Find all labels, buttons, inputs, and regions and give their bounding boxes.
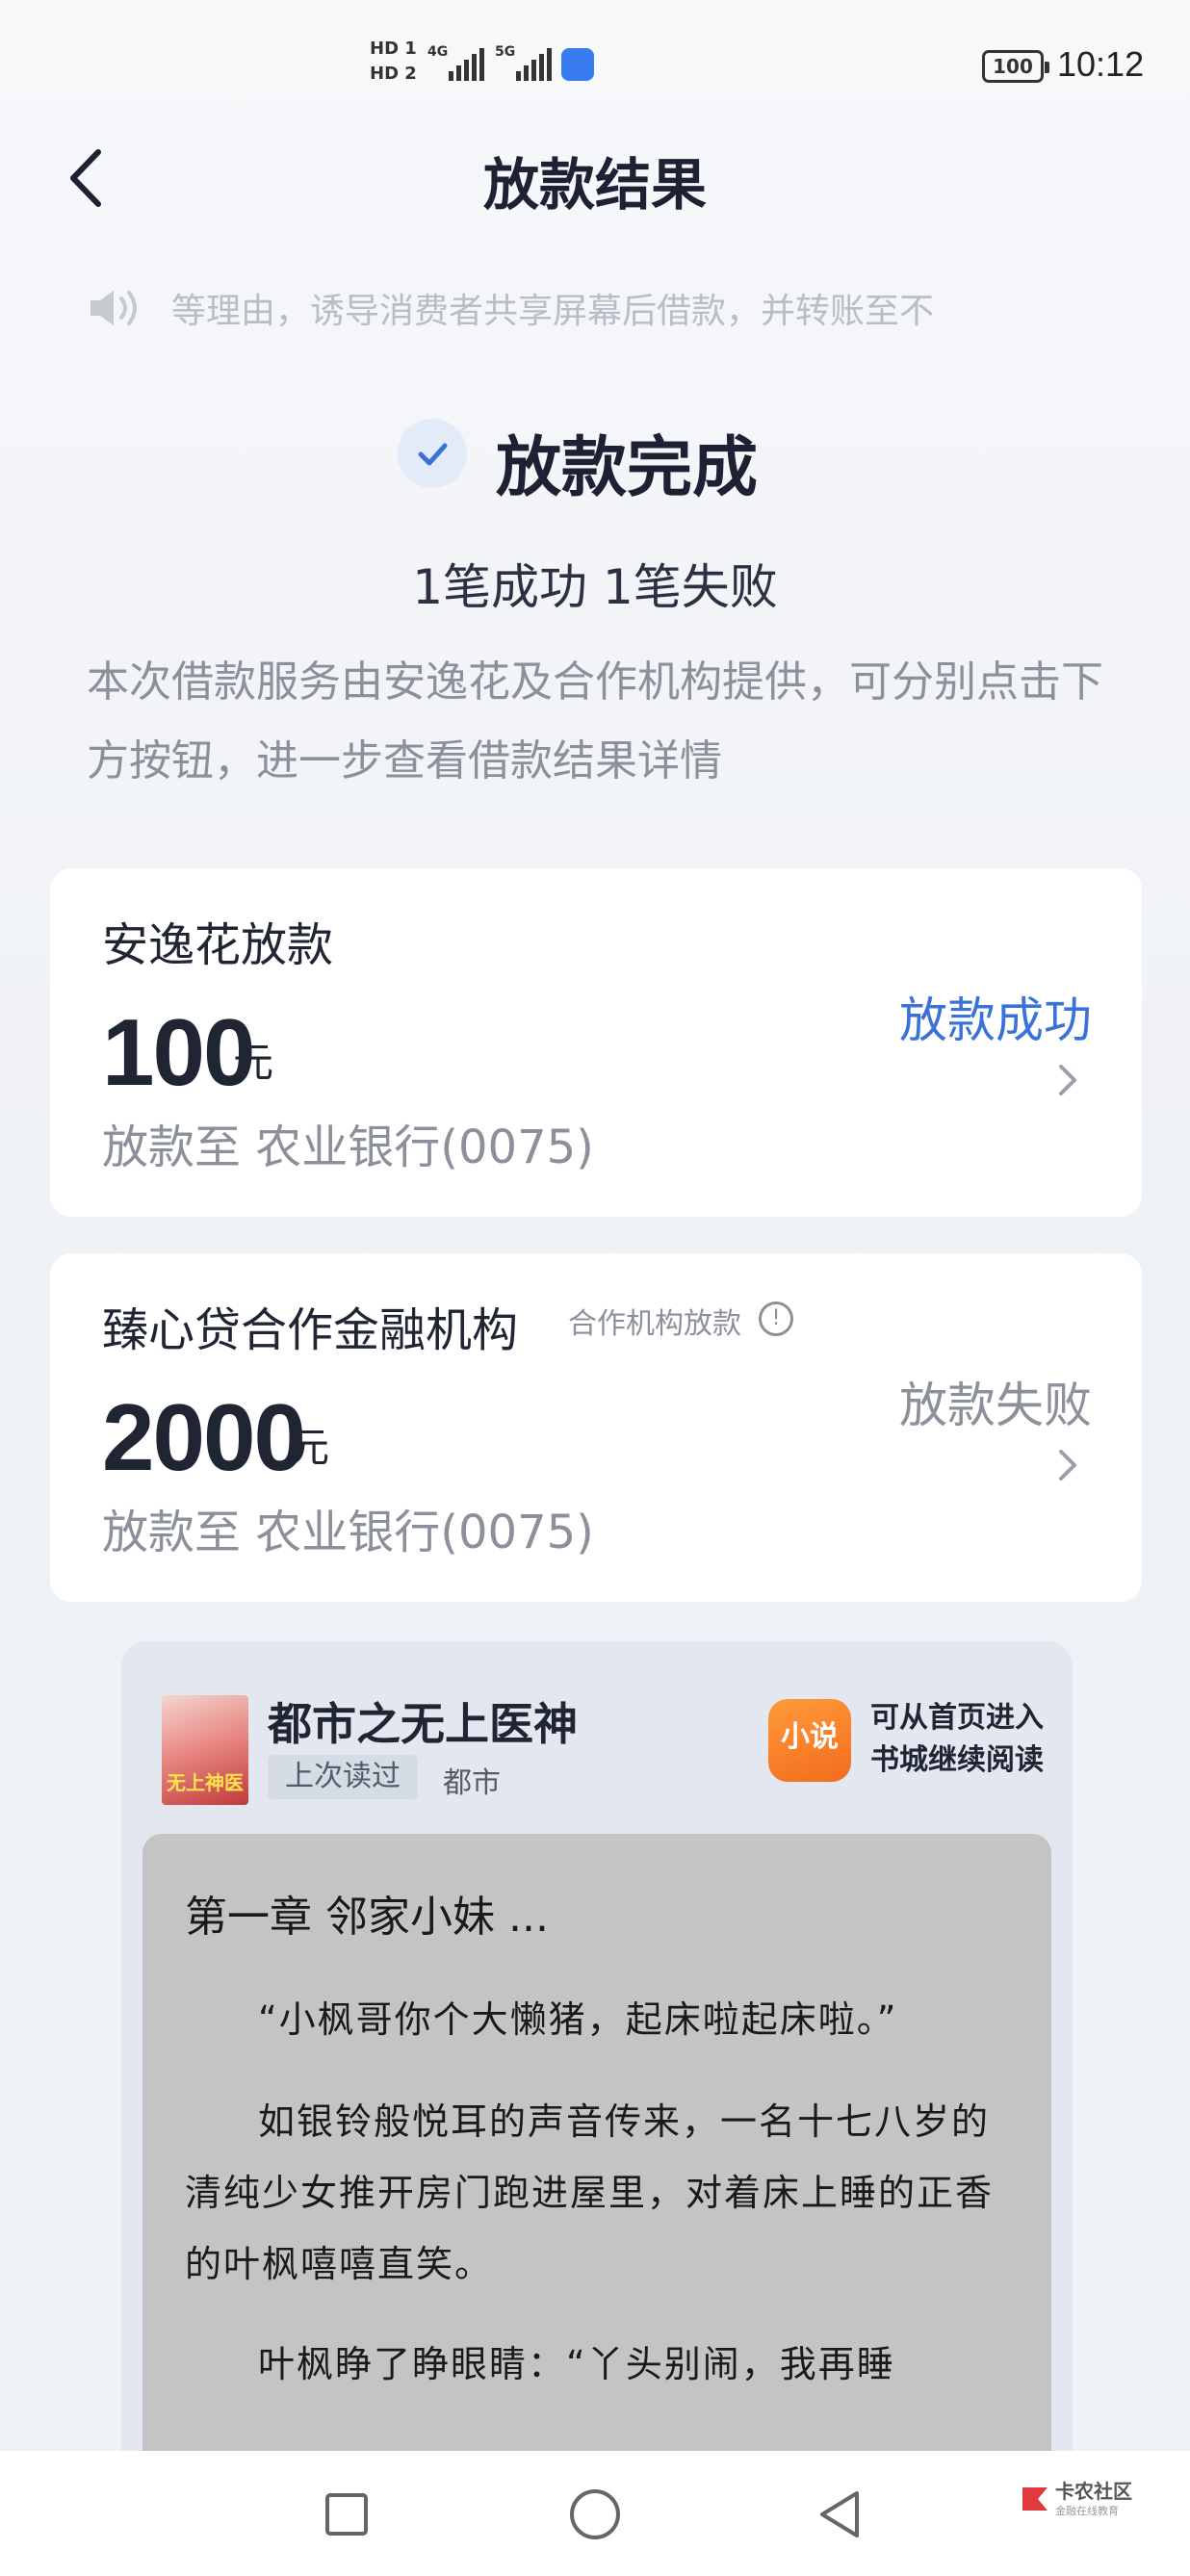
- chevron-right-icon: [1059, 1450, 1076, 1481]
- paragraph: 如银铃般悦耳的声音传来，一名十七八岁的清纯少女推开房门跑进屋里，对着床上睡的正香…: [185, 2100, 995, 2285]
- info-icon[interactable]: !: [759, 1301, 793, 1336]
- loan-card-anyihua[interactable]: 安逸花放款 100 元 放款至 农业银行(0075) 放款成功: [50, 868, 1142, 1217]
- loan-destination: 放款至 农业银行(0075): [102, 1121, 594, 1174]
- status-bar: HD 1 HD 2 4G 5G 100 10:12: [0, 0, 1190, 125]
- result-summary: 1笔成功 1笔失败: [412, 559, 778, 615]
- page-title: 放款结果: [482, 152, 707, 218]
- back-icon[interactable]: [813, 2486, 870, 2543]
- cover-title: 无上神医: [167, 1771, 244, 1794]
- signal-5g-icon: 5G: [495, 44, 552, 81]
- paragraph: 叶枫睁了睁眼睛：“丫头别闹，我再睡: [258, 2343, 895, 2385]
- chapter-title: 第一章 邻家小妹 ...: [185, 1893, 549, 1942]
- result-title: 放款完成: [496, 430, 759, 506]
- novel-app-icon[interactable]: 小说: [768, 1699, 851, 1782]
- svg-text:4G: 4G: [427, 44, 448, 60]
- novel-ad-card[interactable]: 无上神医 都市之无上医神 上次读过 都市 小说 可从首页进入书城继续阅读 第一章…: [121, 1641, 1073, 2576]
- loan-status: 放款成功: [899, 992, 1092, 1048]
- loan-amount: 2000: [102, 1384, 306, 1490]
- notice-marquee: 等理由，诱导消费者共享屏幕后借款，并转账至不: [87, 279, 1107, 337]
- speaker-icon: [91, 291, 137, 325]
- last-read-badge: 上次读过: [268, 1755, 418, 1799]
- signal-icon: 4G: [427, 44, 484, 81]
- app-icon-label: 小说: [781, 1720, 839, 1754]
- loan-status: 放款失败: [899, 1378, 1092, 1433]
- amount-unit: 元: [233, 1039, 274, 1086]
- watermark-title: 卡农社区: [1055, 2480, 1132, 2503]
- battery-icon: 100: [982, 50, 1049, 83]
- amount-unit: 元: [289, 1424, 330, 1471]
- book-cover[interactable]: 无上神医: [162, 1695, 248, 1805]
- paragraph: “小枫哥你个大懒猪，起床啦起床啦。”: [258, 1998, 898, 2041]
- loan-card-partner[interactable]: 臻心贷合作金融机构 合作机构放款 ! 2000 元 放款至 农业银行(0075)…: [50, 1253, 1142, 1602]
- system-nav-bar: [0, 2451, 1190, 2576]
- app-hint: 可从首页进入书城继续阅读: [870, 1701, 1044, 1777]
- loan-name: 臻心贷合作金融机构: [102, 1303, 519, 1357]
- sim-labels: HD 1 HD 2: [370, 37, 417, 87]
- watermark-icon: [1022, 2487, 1048, 2511]
- watermark-logo: 卡农社区 金融在线教育: [1019, 2474, 1173, 2532]
- svg-text:5G: 5G: [495, 44, 515, 60]
- clock: 10:12: [1057, 44, 1145, 84]
- loan-destination: 放款至 农业银行(0075): [102, 1506, 594, 1559]
- notice-text: 等理由，诱导消费者共享屏幕后借款，并转账至不: [171, 292, 935, 331]
- watermark-subtitle: 金融在线教育: [1055, 2505, 1119, 2517]
- partner-tag: 合作机构放款: [568, 1307, 741, 1341]
- loan-name: 安逸花放款: [102, 918, 334, 972]
- home-icon[interactable]: [566, 2486, 624, 2543]
- sim-label-2: HD 2: [370, 64, 417, 84]
- chevron-right-icon: [1059, 1065, 1076, 1095]
- loan-amount: 100: [102, 999, 256, 1105]
- novel-genre: 都市: [443, 1766, 501, 1800]
- result-description: 本次借款服务由安逸花及合作机构提供，可分别点击下方按钮，进一步查看借款结果详情: [87, 657, 1103, 786]
- check-icon: [398, 419, 467, 488]
- sim-label-1: HD 1: [370, 39, 417, 59]
- recent-apps-icon[interactable]: [318, 2486, 375, 2543]
- page: HD 1 HD 2 4G 5G 100 10:12 放款结果 等理由，诱导消费者…: [0, 0, 1190, 2576]
- novel-title[interactable]: 都市之无上医神: [268, 1689, 578, 1753]
- app-notification-icon: [561, 48, 594, 81]
